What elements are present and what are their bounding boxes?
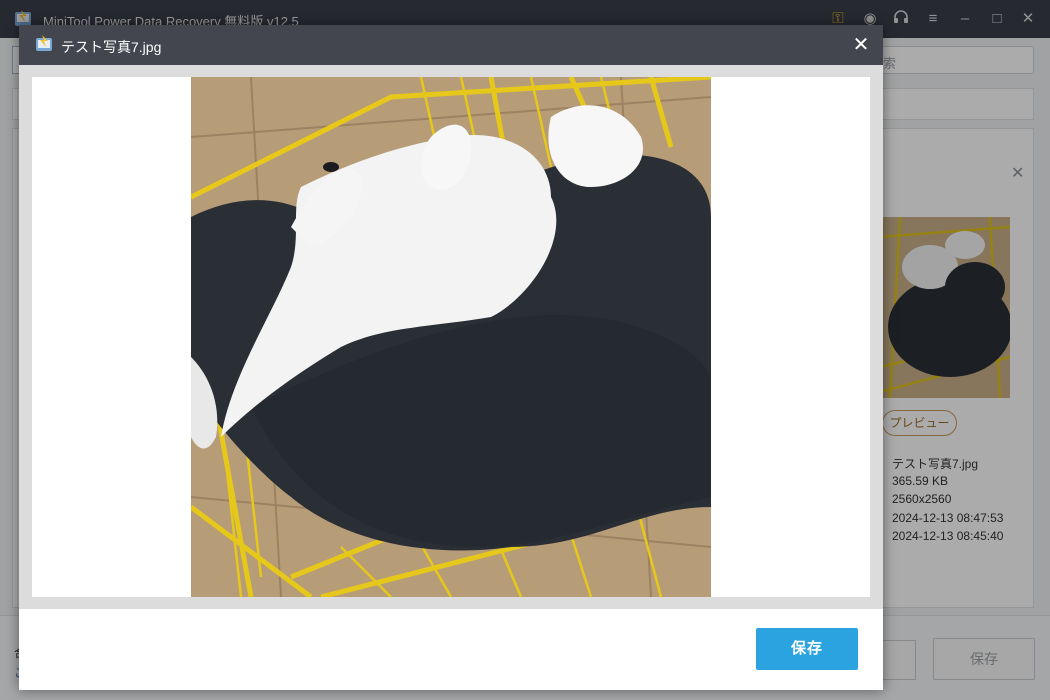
save-button[interactable]: 保存 [756, 628, 858, 670]
image-canvas [32, 77, 870, 597]
app-logo-icon [36, 35, 52, 51]
dialog-titlebar: テスト写真7.jpg ✕ [19, 25, 883, 65]
dialog-title: テスト写真7.jpg [61, 39, 162, 55]
dialog-close-icon[interactable]: ✕ [849, 33, 873, 57]
preview-photo [191, 77, 711, 597]
image-preview-area [19, 65, 883, 609]
preview-dialog: テスト写真7.jpg ✕ 保存 [19, 25, 883, 690]
